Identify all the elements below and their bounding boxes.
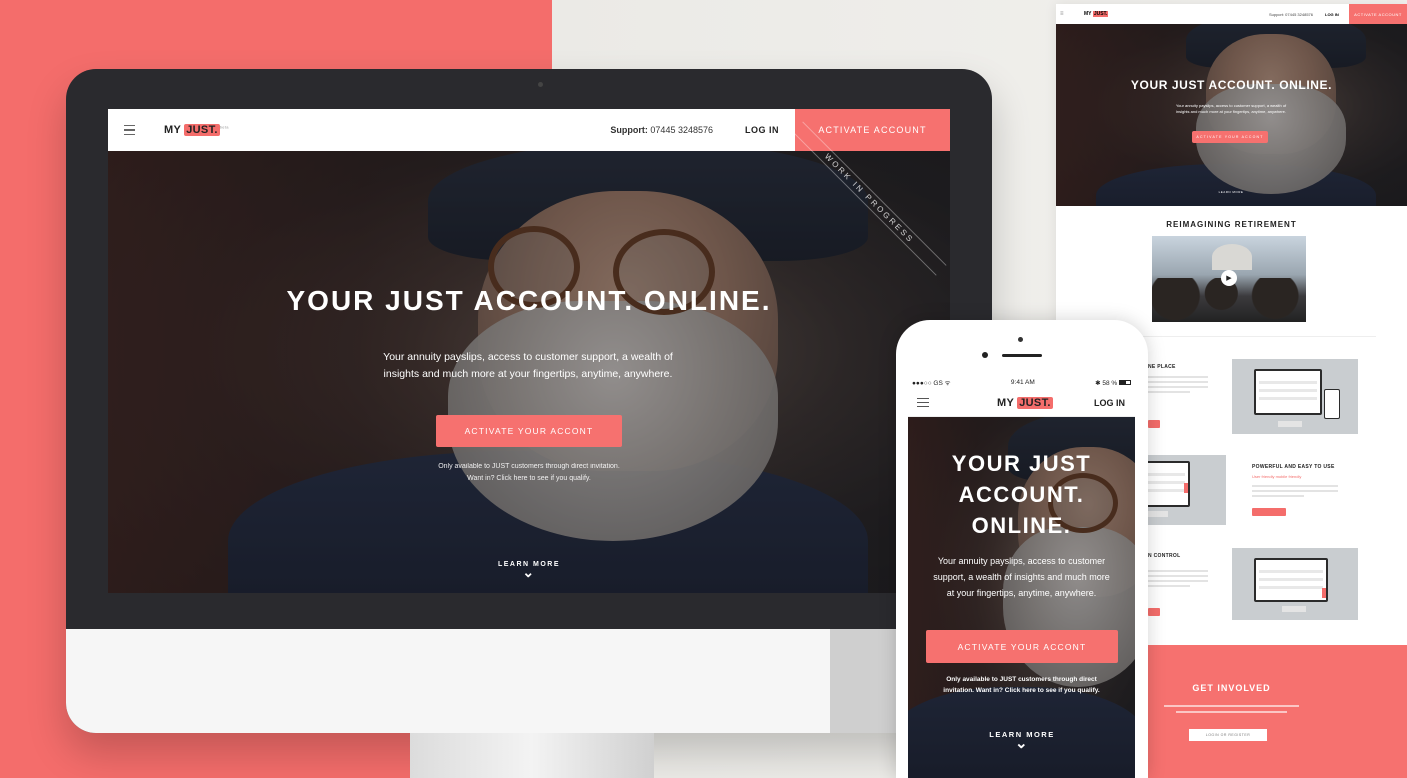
login-register-button[interactable]: LOGIN OR REGISTER — [1189, 729, 1267, 741]
phone-hero-title: YOUR JUST ACCOUNT. ONLINE. — [908, 448, 1135, 541]
learn-more-link[interactable]: LEARN MORE ⌄ — [478, 561, 580, 579]
phone-hero-subtitle-line-3: at your fingertips, anytime, anywhere. — [946, 588, 1097, 598]
page-support[interactable]: Support: 07445 3248576 — [1269, 12, 1313, 17]
phone-proximity-sensor — [982, 352, 988, 358]
monitor-stand — [410, 733, 654, 778]
phone-invitation-note: Only available to JUST customers through… — [912, 674, 1131, 696]
phone-activate-button[interactable]: ACTIVATE YOUR ACCONT — [926, 630, 1118, 663]
page-logo-highlight: JUST. — [1092, 11, 1109, 17]
phone-logo[interactable]: MY JUST. — [997, 396, 1053, 409]
feature-one-title: NE PLACE — [1148, 364, 1176, 370]
page-activate-account-button[interactable]: ACTIVATE ACCOUNT — [1349, 4, 1407, 24]
page-logo[interactable]: MY JUST. — [1084, 11, 1109, 17]
feature-two-button[interactable] — [1252, 508, 1286, 516]
phone-hero-subtitle-line-2: support, a wealth of insights and much m… — [933, 572, 1110, 582]
status-time: 9:41 AM — [1010, 379, 1035, 386]
hamburger-menu-icon[interactable] — [108, 109, 150, 151]
phone-hamburger-icon[interactable] — [908, 397, 938, 408]
page-hero-subtitle: Your annuity payslips, access to custome… — [1151, 103, 1311, 115]
page-login-button[interactable]: LOG IN — [1325, 12, 1349, 17]
activate-your-account-button[interactable]: ACTIVATE YOUR ACCONT — [436, 415, 622, 447]
phone-hero-title-line-1: YOUR JUST — [951, 451, 1092, 476]
my-just-logo[interactable]: MY JUST. beta — [164, 124, 229, 136]
feature-one-button[interactable] — [1148, 420, 1160, 428]
page-hamburger-icon[interactable]: ≡ — [1060, 11, 1074, 17]
support-number: 07445 3248576 — [650, 125, 713, 135]
support-phone[interactable]: Support: 07445 3248576 — [610, 125, 713, 135]
feature-one-image — [1232, 359, 1358, 434]
feature-three-button[interactable] — [1148, 608, 1160, 616]
phone-status-bar: ●●●○○ GS ᯤ 9:41 AM ✱ 58 % — [908, 376, 1135, 389]
phone-hero-title-line-2: ACCOUNT. — [958, 482, 1085, 507]
carrier-signal: ●●●○○ GS ᯤ — [912, 380, 951, 387]
phone-learn-more-link[interactable]: LEARN MORE ⌄ — [972, 730, 1072, 751]
phone-logo-prefix: MY — [997, 396, 1018, 409]
login-button[interactable]: LOG IN — [745, 125, 795, 135]
page-hero-title: YOUR JUST ACCOUNT. ONLINE. — [1130, 78, 1333, 92]
feature-two-title: POWERFUL AND EASY TO USE — [1252, 464, 1335, 470]
logo-beta: beta — [219, 124, 229, 130]
phone-hero-subtitle: Your annuity payslips, access to custome… — [914, 553, 1129, 601]
page-hero-subtitle-line-2: insights and much more at your fingertip… — [1175, 109, 1287, 114]
phone-nav-bar: MY JUST. LOG IN — [908, 389, 1135, 417]
feature-three-title: N CONTROL — [1148, 553, 1181, 559]
feature-one-text — [1148, 376, 1208, 396]
mockup-stage: MY JUST. beta Support: 07445 3248576 LOG … — [0, 0, 1407, 778]
play-icon[interactable]: ▶ — [1221, 270, 1237, 286]
page-cta-button[interactable]: ACTIVATE YOUR ACCONT — [1192, 131, 1268, 143]
invitation-note-line-1: Only available to JUST customers through… — [438, 463, 620, 470]
battery-percent: ✱ 58 % — [1095, 379, 1118, 387]
hero-subtitle-line-2: insights and much more at your fingertip… — [383, 368, 673, 380]
feature-two-text — [1252, 485, 1338, 500]
chevron-down-icon[interactable]: ⌄ — [478, 565, 580, 579]
phone-front-camera — [1018, 337, 1023, 342]
phone-logo-highlight: JUST. — [1017, 396, 1053, 409]
page-learn-more[interactable]: LEARN MORE — [1206, 190, 1256, 194]
logo-prefix: MY — [164, 124, 185, 136]
phone-chevron-down-icon[interactable]: ⌄ — [972, 736, 1072, 751]
desktop-screen: MY JUST. beta Support: 07445 3248576 LOG … — [108, 109, 950, 593]
reimagining-retirement-title: REIMAGINING RETIREMENT — [1166, 220, 1297, 229]
phone-invitation-note-line-1: Only available to JUST customers through… — [946, 676, 1097, 683]
battery-icon — [1118, 380, 1131, 386]
phone-hero-title-line-3: ONLINE. — [971, 513, 1072, 538]
mobile-phone: ●●●○○ GS ᯤ 9:41 AM ✱ 58 % MY JUST. LOG I… — [896, 320, 1148, 778]
desktop-monitor: MY JUST. beta Support: 07445 3248576 LOG … — [66, 69, 992, 733]
phone-speaker — [1002, 354, 1042, 357]
hero-subtitle: Your annuity payslips, access to custome… — [288, 349, 768, 383]
battery-status: ✱ 58 % — [1095, 379, 1131, 387]
phone-screen: ●●●○○ GS ᯤ 9:41 AM ✱ 58 % MY JUST. LOG I… — [908, 376, 1135, 778]
monitor-camera — [538, 82, 543, 87]
hero-subtitle-line-1: Your annuity payslips, access to custome… — [383, 351, 673, 363]
video-thumbnail[interactable]: ▶ — [1152, 236, 1306, 322]
feature-three-text — [1148, 570, 1208, 590]
invitation-note: Only available to JUST customers through… — [368, 461, 690, 485]
logo-highlight: JUST. — [184, 124, 220, 136]
phone-login-button[interactable]: LOG IN — [1094, 398, 1125, 408]
feature-three-image — [1232, 548, 1358, 620]
page-hero-photo — [1056, 24, 1407, 206]
phone-hero-subtitle-line-1: Your annuity payslips, access to custome… — [937, 556, 1106, 566]
page-logo-prefix: MY — [1084, 11, 1093, 17]
support-label: Support: — [610, 125, 648, 135]
hero-title: YOUR JUST ACCOUNT. ONLINE. — [286, 285, 772, 316]
page-nav-bar: ≡ MY JUST. Support: 07445 3248576 LOG IN… — [1056, 4, 1407, 24]
invitation-note-line-2[interactable]: Want in? Click here to see if you qualif… — [368, 473, 690, 485]
phone-invitation-note-line-2[interactable]: invitation. Want in? Click here to see i… — [912, 685, 1131, 696]
feature-two-subtitle: User friendly mobile friendly — [1252, 474, 1302, 479]
